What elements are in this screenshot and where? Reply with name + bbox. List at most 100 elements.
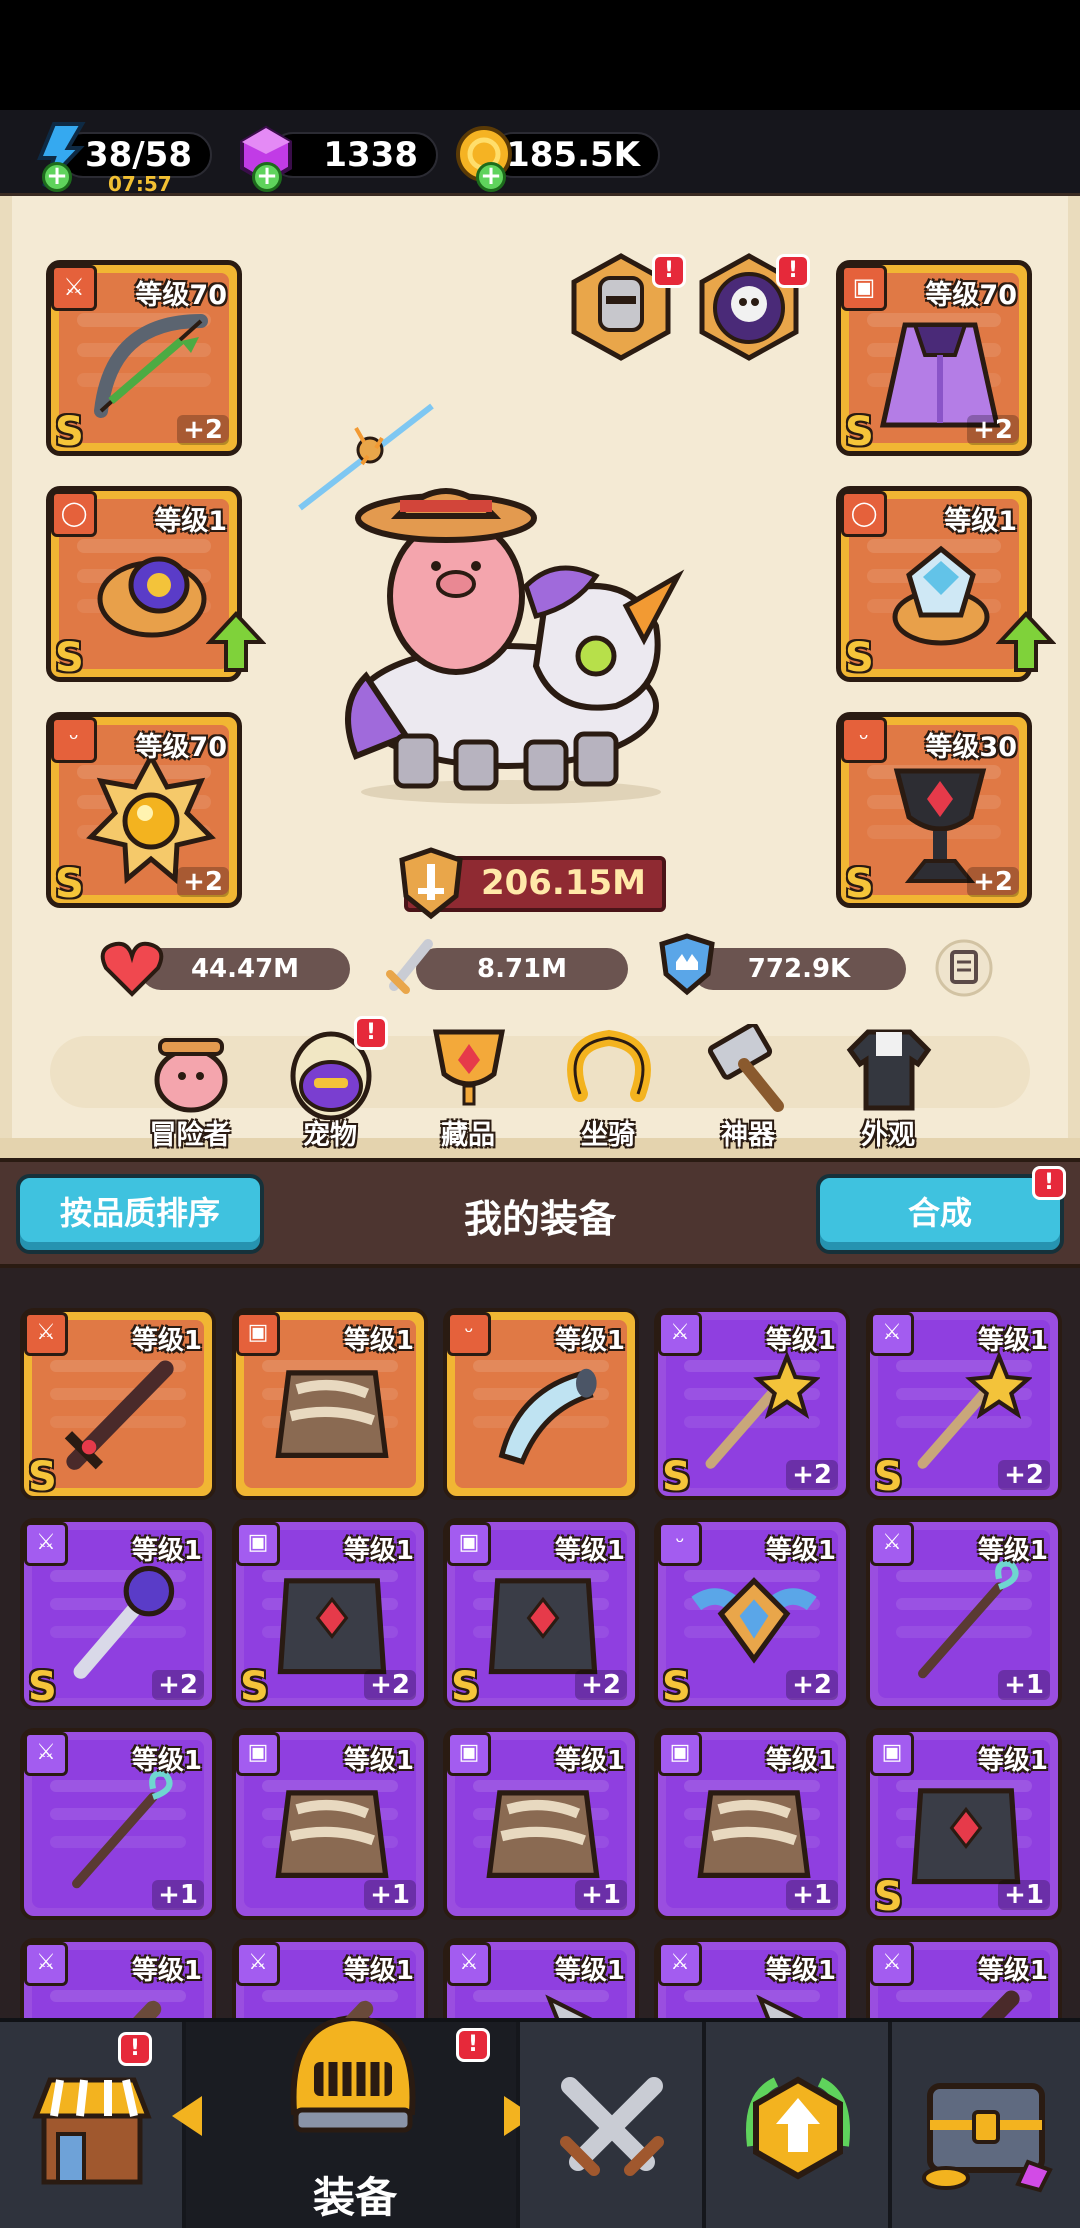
- armor-slot-icon: ▣: [236, 1312, 280, 1356]
- sword-slot-icon: ⚔: [24, 1732, 68, 1776]
- nav-active-label: 装备: [312, 2173, 397, 2222]
- item-plus: +1: [998, 1670, 1050, 1700]
- merge-button[interactable]: 合成: [816, 1174, 1064, 1254]
- inventory-item[interactable]: ᵕ 等级1: [443, 1308, 639, 1500]
- item-level: 等级1: [554, 1956, 625, 1986]
- item-level: 等级1: [765, 1746, 836, 1776]
- nav-shop-tab[interactable]: !: [0, 2022, 186, 2228]
- inventory-item[interactable]: ▣ 等级1 +1: [232, 1728, 428, 1920]
- menu-collection[interactable]: 藏品: [408, 1014, 528, 1154]
- item-level: 等级1: [977, 1956, 1048, 1986]
- inventory-item[interactable]: ⚔ 等级1: [20, 1938, 216, 2018]
- menu-label: 藏品: [441, 1120, 495, 1151]
- sword-slot-icon: ⚔: [24, 1312, 68, 1356]
- inventory-item[interactable]: ▣ 等级1 S +2: [232, 1518, 428, 1710]
- inventory-item[interactable]: ▣ 等级1 S +1: [866, 1728, 1062, 1920]
- item-plus: +2: [364, 1670, 416, 1700]
- hero-character[interactable]: [326, 456, 696, 806]
- inventory-item[interactable]: ⚔ 等级1 S: [20, 1308, 216, 1500]
- item-level: 等级1: [944, 506, 1017, 537]
- power-shield-icon: [399, 847, 463, 920]
- nav-battle-tab[interactable]: [520, 2022, 706, 2228]
- sort-by-quality-button[interactable]: 按品质排序: [16, 1174, 264, 1254]
- shop-icon: [32, 2077, 152, 2185]
- gold-plus-icon[interactable]: +: [476, 162, 506, 192]
- menu-adventurer[interactable]: 冒险者: [130, 1014, 250, 1154]
- item-level: 等级1: [977, 1326, 1048, 1356]
- item-grade: S: [845, 861, 874, 907]
- item-level: 等级1: [131, 1326, 202, 1356]
- item-plus: +2: [967, 867, 1019, 897]
- inventory-item[interactable]: ▣ 等级1 S +2: [443, 1518, 639, 1710]
- sword-slot-icon: ⚔: [51, 265, 97, 311]
- spiral-staff-icon: [918, 1560, 1019, 1679]
- item-level: 等级70: [135, 280, 227, 311]
- item-plus: +1: [575, 1880, 627, 1910]
- gem-plus-icon[interactable]: +: [252, 162, 282, 192]
- fur-armor-icon: [275, 1790, 389, 1878]
- item-plus: +1: [998, 1880, 1050, 1910]
- ring-slot-icon: ◯: [51, 491, 97, 537]
- inventory-item[interactable]: ⚔ 等级1: [654, 1938, 850, 2018]
- equipped-amulet-slot[interactable]: ᵕ 等级70 S +2: [46, 712, 242, 908]
- item-grade: S: [451, 1664, 480, 1710]
- necklace-slot-icon: ᵕ: [841, 717, 887, 763]
- inventory-item[interactable]: ⚔ 等级1 S +2: [866, 1308, 1062, 1500]
- necklace-slot-icon: ᵕ: [658, 1522, 702, 1566]
- item-plus: +2: [786, 1670, 838, 1700]
- nav-upgrade-tab[interactable]: [706, 2022, 892, 2228]
- equipped-armor-slot[interactable]: ▣ 等级70 S +2: [836, 260, 1032, 456]
- menu-mount[interactable]: 坐骑: [548, 1014, 668, 1154]
- inventory-item[interactable]: ▣ 等级1 +1: [443, 1728, 639, 1920]
- orb-staff-icon: [73, 1565, 175, 1679]
- item-plus: +2: [575, 1670, 627, 1700]
- upgrade-arrow-icon[interactable]: [206, 610, 266, 674]
- resource-bar: 38/58 + 07:57 1338 + 185.5K +: [0, 110, 1080, 196]
- nav-chest-tab[interactable]: [892, 2022, 1080, 2228]
- menu-appearance[interactable]: 外观: [828, 1014, 948, 1154]
- item-level: 等级1: [977, 1536, 1048, 1566]
- shop-alert-badge: !: [118, 2032, 152, 2066]
- item-grade: S: [55, 409, 84, 455]
- item-grade: S: [662, 1454, 691, 1500]
- menu-label: 坐骑: [581, 1120, 635, 1151]
- item-plus: +2: [177, 867, 229, 897]
- bow-icon: [94, 314, 208, 418]
- item-level: 等级1: [554, 1536, 625, 1566]
- inventory-item[interactable]: ▣ 等级1: [232, 1308, 428, 1500]
- nav-left-arrow-icon[interactable]: [168, 2094, 204, 2138]
- item-grade: S: [874, 1454, 903, 1500]
- menu-pet[interactable]: ! 宠物: [270, 1014, 390, 1154]
- item-level: 等级1: [154, 506, 227, 537]
- sword-slot-icon: ⚔: [870, 1942, 914, 1986]
- equipped-chalice-slot[interactable]: ᵕ 等级30 S +2: [836, 712, 1032, 908]
- inventory-item[interactable]: ⚔ 等级1 S +2: [654, 1308, 850, 1500]
- armor-slot-icon: ▣: [236, 1732, 280, 1776]
- star-wand-icon: [705, 1350, 820, 1469]
- inventory-item[interactable]: ⚔ 等级1 +1: [20, 1728, 216, 1920]
- inventory-item[interactable]: ⚔ 等级1: [443, 1938, 639, 2018]
- item-level: 等级1: [765, 1956, 836, 1986]
- inventory-item[interactable]: ⚔ 等级1 S +2: [20, 1518, 216, 1710]
- spiral-staff-icon: [72, 1770, 173, 1889]
- inventory-item[interactable]: ⚔ 等级1 +1: [866, 1518, 1062, 1710]
- inventory-item[interactable]: ▣ 等级1 +1: [654, 1728, 850, 1920]
- item-level: 等级1: [131, 1956, 202, 1986]
- item-plus: +2: [786, 1460, 838, 1490]
- necklace-slot-icon: ᵕ: [51, 717, 97, 763]
- crossed-swords-icon: [560, 2077, 664, 2176]
- item-level: 等级30: [925, 732, 1017, 763]
- energy-plus-icon[interactable]: +: [42, 162, 72, 192]
- item-level: 等级1: [131, 1536, 202, 1566]
- horn-icon: [498, 1368, 597, 1465]
- stats-detail-icon[interactable]: [934, 938, 994, 998]
- item-level: 等级1: [554, 1326, 625, 1356]
- gem-ring-icon: [892, 545, 990, 646]
- fur-armor-icon: [275, 1370, 389, 1458]
- menu-artifact[interactable]: 神器: [688, 1014, 808, 1154]
- upgrade-arrow-icon[interactable]: [996, 610, 1056, 674]
- collection-icon: [432, 1029, 506, 1106]
- equipped-weapon-slot[interactable]: ⚔ 等级70 S +2: [46, 260, 242, 456]
- inventory-item[interactable]: ᵕ 等级1 S +2: [654, 1518, 850, 1710]
- inventory-item[interactable]: ⚔ 等级1: [866, 1938, 1062, 2018]
